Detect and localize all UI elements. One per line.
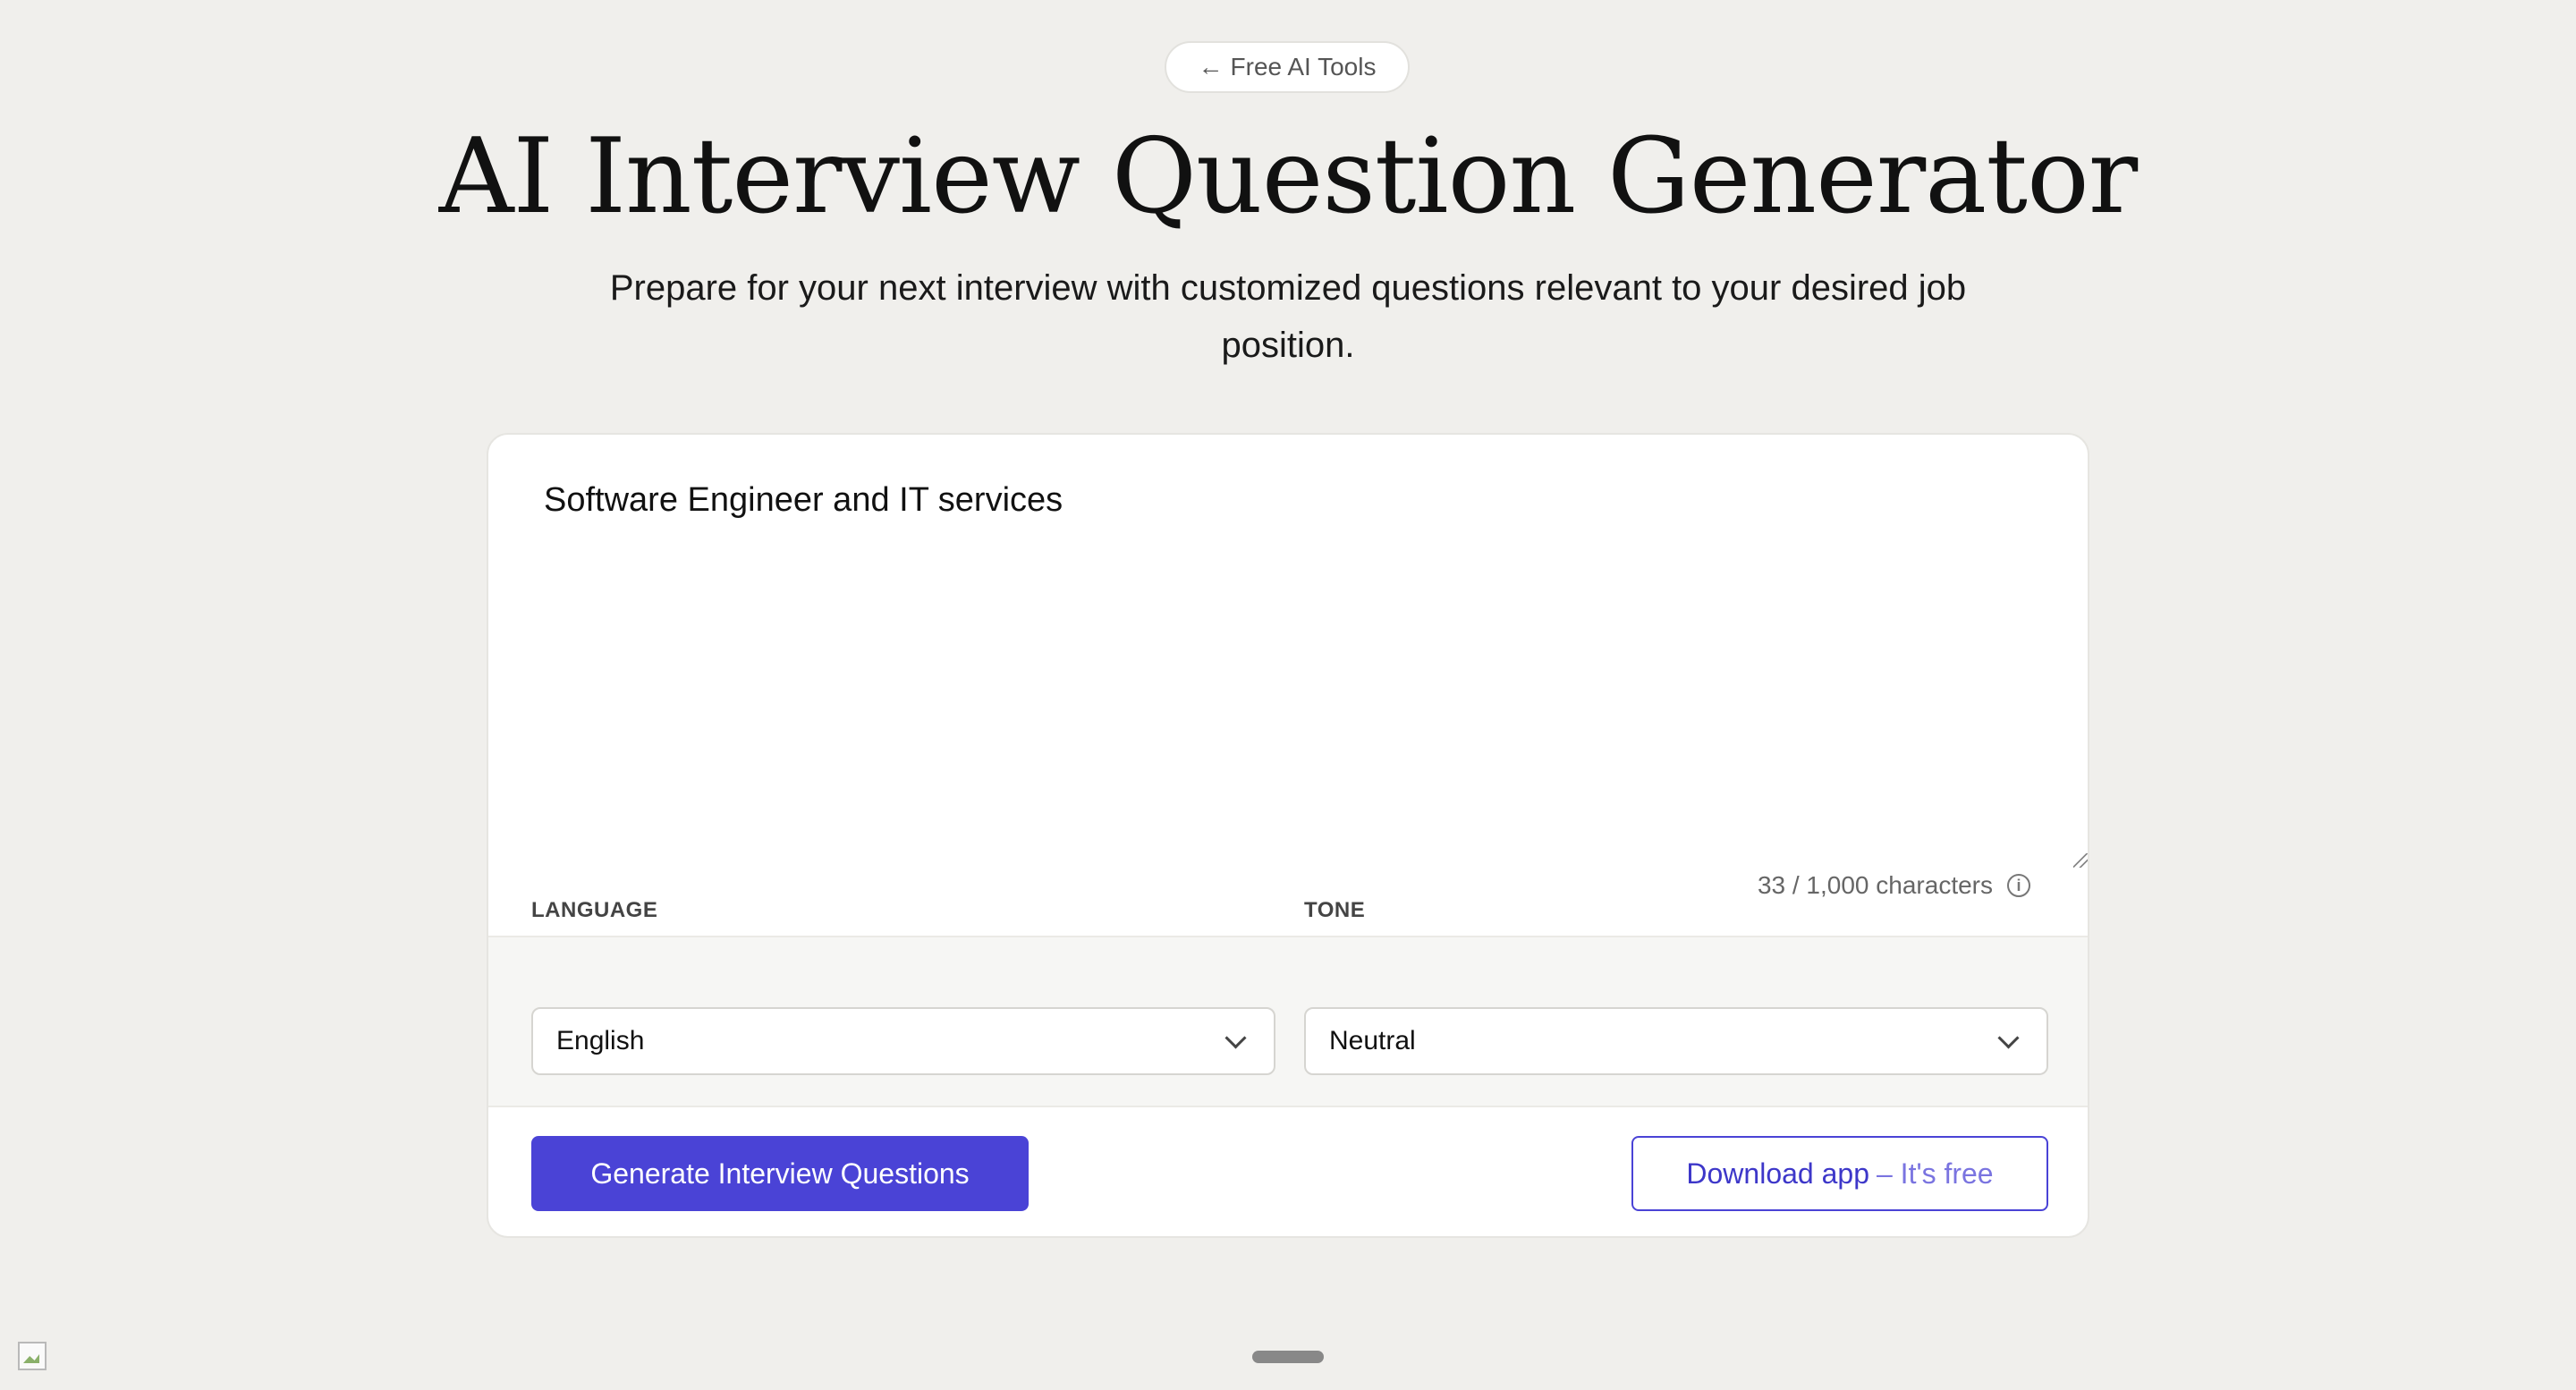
job-input-area: 33 / 1,000 characters i — [488, 435, 2088, 936]
tone-label: TONE — [1304, 898, 1366, 922]
back-link-label: Free AI Tools — [1230, 53, 1377, 81]
chevron-down-icon — [1224, 1026, 1247, 1049]
page-title: AI Interview Question Generator — [438, 116, 2138, 237]
generator-card: 33 / 1,000 characters i LANGUAGE English… — [487, 433, 2089, 1238]
textarea-resize-handle[interactable] — [2073, 853, 2088, 868]
language-select[interactable]: English — [531, 1007, 1275, 1075]
info-icon[interactable]: i — [2007, 874, 2030, 897]
tone-select[interactable]: Neutral — [1304, 1007, 2048, 1075]
language-selected-value: English — [556, 1026, 645, 1055]
broken-image-icon — [18, 1342, 47, 1370]
character-counter: 33 / 1,000 characters i — [1758, 871, 2030, 900]
tone-selected-value: Neutral — [1329, 1026, 1416, 1055]
back-to-free-ai-tools-link[interactable]: ← Free AI Tools — [1165, 41, 1410, 93]
language-label: LANGUAGE — [531, 898, 658, 922]
download-free-label: – It's free — [1876, 1157, 1994, 1190]
chevron-down-icon — [1997, 1026, 2020, 1049]
arrow-left-icon: ← — [1198, 53, 1224, 81]
character-count-text: 33 / 1,000 characters — [1757, 871, 1993, 899]
drag-handle[interactable] — [1252, 1351, 1324, 1363]
job-position-input[interactable] — [544, 481, 2029, 875]
download-app-button[interactable]: Download app – It's free — [1631, 1136, 2048, 1211]
generate-interview-questions-button[interactable]: Generate Interview Questions — [531, 1136, 1029, 1211]
page-subtitle: Prepare for your next interview with cus… — [609, 268, 1967, 365]
download-app-label: Download app — [1686, 1157, 1869, 1190]
